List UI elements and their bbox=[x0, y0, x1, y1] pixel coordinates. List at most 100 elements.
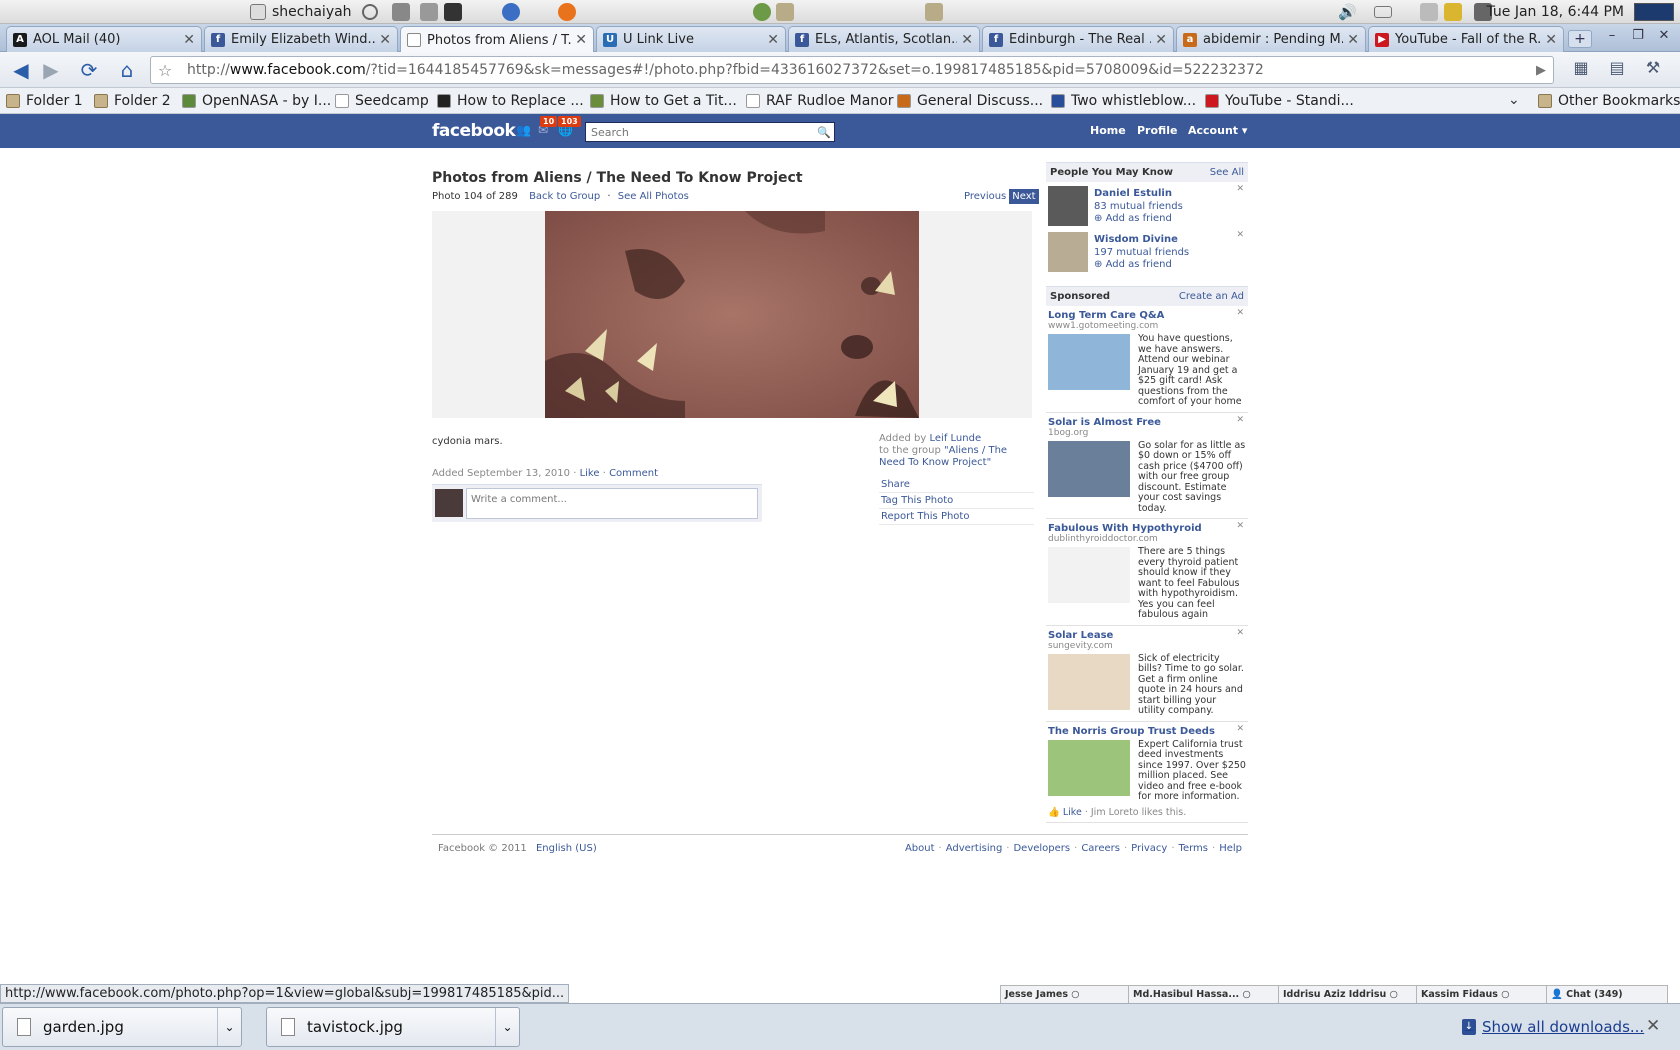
footer-link-terms[interactable]: Terms bbox=[1179, 843, 1208, 854]
footer-link-privacy[interactable]: Privacy bbox=[1131, 843, 1167, 854]
avatar[interactable] bbox=[1048, 186, 1088, 226]
tag-photo-link[interactable]: Tag This Photo bbox=[879, 493, 1034, 509]
files-icon[interactable] bbox=[776, 3, 794, 21]
bookmark-item[interactable]: OpenNASA - by I... bbox=[182, 92, 331, 110]
chat-toggle[interactable]: 👤 Chat (349) bbox=[1547, 986, 1667, 1003]
close-window-icon[interactable]: ✕ bbox=[1653, 28, 1675, 46]
footer-link-advertising[interactable]: Advertising bbox=[946, 843, 1003, 854]
footer-link-help[interactable]: Help bbox=[1219, 843, 1242, 854]
os-user-menu[interactable]: shechaiyah bbox=[250, 3, 352, 21]
person-name-link[interactable]: Daniel Estulin bbox=[1094, 188, 1172, 199]
add-friend-link[interactable]: ⊕ Add as friend bbox=[1094, 213, 1172, 224]
sponsored-ad[interactable]: Solar Lease sungevity.com Sick of electric… bbox=[1046, 626, 1248, 722]
address-bar[interactable]: ☆ http://www.facebook.com/?tid=164418545… bbox=[150, 56, 1554, 84]
sponsored-ad[interactable]: Fabulous With Hypothyroid dublinthyroiddo… bbox=[1046, 519, 1248, 626]
url-text[interactable]: http://www.facebook.com/?tid=16441854577… bbox=[179, 62, 1529, 78]
tab-1[interactable]: A AOL Mail (40) ✕ bbox=[6, 26, 202, 52]
report-photo-link[interactable]: Report This Photo bbox=[879, 509, 1034, 525]
minimize-icon[interactable]: – bbox=[1601, 28, 1623, 46]
tab-8[interactable]: ▶ YouTube - Fall of the R... ✕ bbox=[1368, 26, 1564, 52]
ad-image[interactable] bbox=[1048, 653, 1130, 710]
footer-link-about[interactable]: About bbox=[905, 843, 935, 854]
nav-account[interactable]: Account ▾ bbox=[1188, 124, 1247, 137]
wrench-icon[interactable]: ⚒ bbox=[1640, 58, 1666, 82]
ad-title[interactable]: Solar Lease bbox=[1048, 630, 1246, 641]
close-icon[interactable]: ✕ bbox=[1236, 184, 1244, 194]
ad-like-link[interactable]: 👍 Like bbox=[1048, 807, 1082, 818]
bookmark-item[interactable]: How to Replace ... bbox=[437, 92, 584, 110]
extension-icon[interactable]: ▦ bbox=[1568, 58, 1594, 82]
close-icon[interactable]: ✕ bbox=[1236, 724, 1244, 734]
avatar[interactable] bbox=[1048, 232, 1088, 272]
close-icon[interactable]: ✕ bbox=[1236, 628, 1244, 638]
nav-profile[interactable]: Profile bbox=[1137, 124, 1177, 137]
os-clock[interactable]: Tue Jan 18, 6:44 PM bbox=[1486, 3, 1624, 21]
ad-title[interactable]: Long Term Care Q&A bbox=[1048, 310, 1246, 321]
forward-icon[interactable]: ▶ bbox=[38, 58, 64, 82]
ad-image[interactable] bbox=[1048, 739, 1130, 796]
bookmark-item[interactable]: Folder 2 bbox=[94, 92, 171, 110]
bookmark-item[interactable]: YouTube - Standi... bbox=[1205, 92, 1354, 110]
add-friend-link[interactable]: ⊕ Add as friend bbox=[1094, 259, 1172, 270]
home-icon[interactable]: ⌂ bbox=[114, 58, 140, 82]
close-icon[interactable]: ✕ bbox=[575, 32, 587, 48]
comment-input[interactable]: Write a comment... bbox=[466, 488, 758, 519]
ad-image[interactable] bbox=[1048, 547, 1130, 603]
chat-contact[interactable]: Jesse James ○ bbox=[1001, 986, 1129, 1003]
ad-title[interactable]: The Norris Group Trust Deeds bbox=[1048, 726, 1246, 737]
tab-2[interactable]: f Emily Elizabeth Wind... ✕ bbox=[204, 26, 398, 52]
like-link[interactable]: Like bbox=[580, 468, 600, 479]
ad-title[interactable]: Fabulous With Hypothyroid bbox=[1048, 523, 1246, 534]
see-all-link[interactable]: See All bbox=[1210, 167, 1244, 178]
firefox-icon[interactable] bbox=[558, 3, 576, 21]
mutual-friends-link[interactable]: 83 mutual friends bbox=[1094, 201, 1183, 212]
nav-home[interactable]: Home bbox=[1090, 124, 1126, 137]
footer-link-developers[interactable]: Developers bbox=[1013, 843, 1070, 854]
power-icon[interactable] bbox=[362, 3, 378, 21]
bookmark-item[interactable]: RAF Rudloe Manor bbox=[746, 92, 893, 110]
bookmark-item[interactable]: Folder 1 bbox=[6, 92, 83, 110]
person-name-link[interactable]: Wisdom Divine bbox=[1094, 234, 1178, 245]
search-icon[interactable]: 🔍 bbox=[814, 126, 834, 139]
back-icon[interactable]: ◀ bbox=[8, 58, 34, 82]
close-icon[interactable]: ✕ bbox=[1236, 308, 1244, 318]
bookmark-item[interactable]: General Discuss... bbox=[897, 92, 1043, 110]
tab-7[interactable]: a abidemir : Pending M... ✕ bbox=[1176, 26, 1366, 52]
close-icon[interactable]: ✕ bbox=[183, 32, 195, 48]
close-icon[interactable]: ✕ bbox=[961, 32, 973, 48]
search-input[interactable] bbox=[586, 123, 814, 141]
chat-contact[interactable]: Kassim Fidaus ○ bbox=[1417, 986, 1547, 1003]
footer-link-careers[interactable]: Careers bbox=[1081, 843, 1120, 854]
facebook-logo[interactable]: facebook bbox=[432, 121, 516, 141]
previous-link[interactable]: Previous bbox=[964, 191, 1006, 202]
added-by-name-link[interactable]: Leif Lunde bbox=[930, 433, 982, 444]
close-icon[interactable]: ✕ bbox=[379, 32, 391, 48]
download-item[interactable]: garden.jpg ⌄ bbox=[2, 1007, 242, 1047]
folder-icon[interactable] bbox=[925, 3, 943, 21]
close-icon[interactable]: ✕ bbox=[1347, 32, 1359, 48]
page-menu-icon[interactable]: ▤ bbox=[1604, 58, 1630, 82]
system-monitor-icon[interactable] bbox=[1634, 3, 1674, 21]
tab-6[interactable]: f Edinburgh - The Real ... ✕ bbox=[982, 26, 1174, 52]
mutual-friends-link[interactable]: 197 mutual friends bbox=[1094, 247, 1189, 258]
chat-contact[interactable]: Md.Hasibul Hassa... ○ bbox=[1129, 986, 1279, 1003]
maximize-icon[interactable]: ❐ bbox=[1627, 28, 1649, 46]
mail-icon[interactable] bbox=[1374, 3, 1392, 21]
chat-contact[interactable]: Iddrisu Aziz Iddrisu ○ bbox=[1279, 986, 1417, 1003]
tab-3[interactable]: Photos from Aliens / T... ✕ bbox=[400, 26, 594, 53]
language-link[interactable]: English (US) bbox=[536, 843, 597, 854]
ad-image[interactable] bbox=[1048, 334, 1130, 390]
show-all-downloads-link[interactable]: ↓ Show all downloads... bbox=[1462, 1018, 1644, 1036]
chevron-down-icon[interactable]: ⌄ bbox=[495, 1008, 519, 1046]
close-icon[interactable]: ✕ bbox=[1236, 521, 1244, 531]
globe-icon[interactable] bbox=[753, 3, 771, 21]
back-to-group-link[interactable]: Back to Group bbox=[529, 191, 600, 202]
sponsored-ad[interactable]: Long Term Care Q&A www1.gotomeeting.com Yo… bbox=[1046, 306, 1248, 413]
sponsored-ad[interactable]: The Norris Group Trust Deeds Expert Calif… bbox=[1046, 722, 1248, 823]
terminal-icon[interactable] bbox=[444, 3, 462, 21]
next-button[interactable]: Next bbox=[1009, 189, 1039, 204]
create-ad-link[interactable]: Create an Ad bbox=[1179, 291, 1244, 302]
other-bookmarks[interactable]: Other Bookmarks bbox=[1538, 92, 1680, 110]
ad-title[interactable]: Solar is Almost Free bbox=[1048, 417, 1246, 428]
bookmark-star-icon[interactable]: ☆ bbox=[151, 61, 179, 80]
